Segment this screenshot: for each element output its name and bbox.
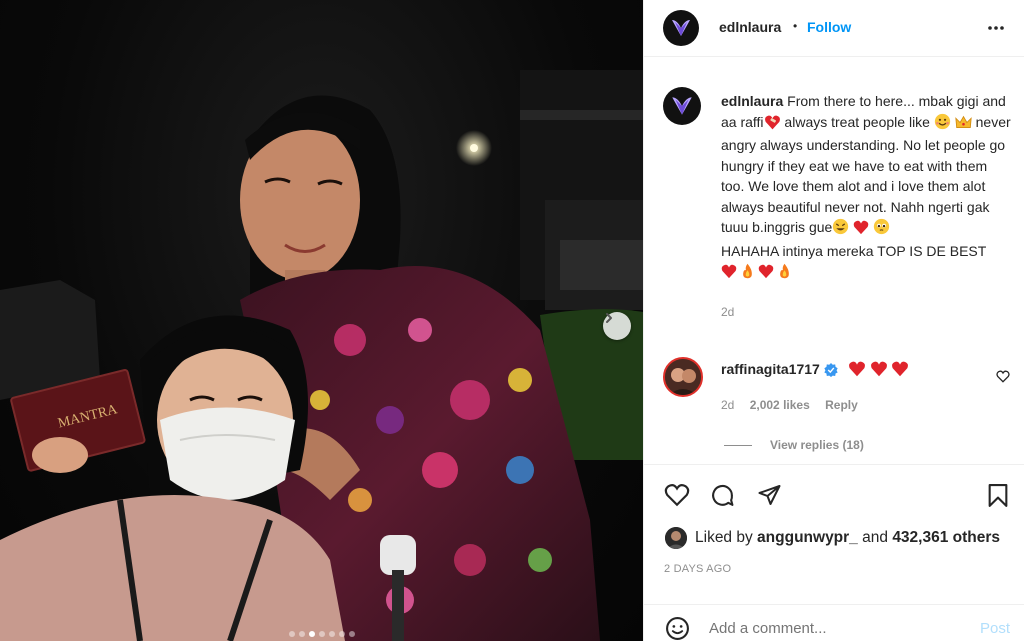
- author-avatar[interactable]: [663, 10, 699, 46]
- view-replies-label: View replies (18): [770, 438, 864, 452]
- post-header: edlnlaura • Follow: [644, 0, 1024, 57]
- reply-button[interactable]: Reply: [825, 398, 858, 412]
- pleading-face-emoji: [873, 218, 890, 241]
- like-heart-icon[interactable]: [664, 483, 690, 507]
- comment-bubble-icon[interactable]: [710, 483, 735, 508]
- share-paper-plane-icon[interactable]: [757, 483, 782, 507]
- red-heart-emoji: [891, 361, 909, 380]
- caption-author-avatar[interactable]: [663, 87, 701, 125]
- carousel-dot: [298, 631, 305, 637]
- photo-illustration: MANTRA: [0, 70, 643, 641]
- header-separator: •: [793, 19, 798, 33]
- post-caption: edlnlaura From there to here... mbak gig…: [721, 91, 1013, 322]
- like-comment-heart-icon[interactable]: [996, 370, 1010, 383]
- post-side-panel: edlnlaura • Follow edlnlaura From there …: [643, 0, 1024, 641]
- liked-by-others[interactable]: 432,361 others: [892, 529, 1000, 546]
- carousel-dot: [318, 631, 325, 637]
- replies-divider: [724, 444, 752, 446]
- post-date[interactable]: 2 DAYS AGO: [664, 563, 731, 575]
- carousel-dot: [288, 631, 295, 637]
- caption-text: HAHAHA intinya mereka TOP IS DE BEST: [721, 242, 987, 259]
- commenter-username[interactable]: raffinagita1717: [721, 361, 820, 377]
- view-replies-button[interactable]: View replies (18): [724, 438, 864, 452]
- red-heart-emoji: [870, 361, 888, 380]
- liked-by-prefix: Liked by: [695, 529, 753, 546]
- carousel-dot: [328, 631, 335, 637]
- chevron-right-icon: [606, 313, 612, 323]
- heart-with-bandage-emoji: [764, 115, 781, 136]
- liked-by-and: and: [862, 529, 888, 546]
- emoji-smiley-icon[interactable]: [665, 616, 690, 641]
- caption-timestamp[interactable]: 2d: [721, 305, 734, 319]
- liked-by-summary: Liked by anggunwypr_ and 432,361 others: [695, 529, 1000, 547]
- comment: raffinagita1717: [721, 361, 909, 380]
- commenter-avatar[interactable]: [663, 357, 703, 397]
- profile-photo-icon: [665, 527, 687, 549]
- red-heart-emoji: [848, 361, 866, 380]
- comment-timestamp[interactable]: 2d: [721, 398, 734, 412]
- profile-photo-icon: [665, 359, 701, 395]
- smiling-face-emoji: [934, 113, 951, 136]
- crown-emoji: [955, 115, 972, 136]
- comment-likes[interactable]: 2,002 likes: [750, 398, 810, 412]
- carousel-next-button[interactable]: [603, 312, 631, 340]
- carousel-dot: [338, 631, 345, 637]
- butterfly-logo-icon: [672, 97, 692, 115]
- post-actions-bar: [644, 464, 1024, 524]
- comment-meta: 2d 2,002 likes Reply: [721, 398, 870, 412]
- carousel-dots: [0, 631, 643, 637]
- red-heart-emoji: [853, 220, 869, 241]
- liked-by-user[interactable]: anggunwypr_: [757, 529, 858, 546]
- butterfly-logo-icon: [672, 20, 690, 36]
- follow-button[interactable]: Follow: [807, 19, 851, 35]
- post-photo[interactable]: MANTRA: [0, 0, 643, 641]
- caption-username[interactable]: edlnlaura: [721, 93, 783, 109]
- rolling-laughing-emoji: [832, 218, 849, 241]
- caption-text: always treat people like: [780, 113, 934, 130]
- fire-emoji: [741, 263, 754, 285]
- verified-badge-icon: [824, 363, 838, 380]
- red-heart-emoji: [758, 264, 774, 285]
- author-username[interactable]: edlnlaura: [719, 19, 781, 35]
- carousel-dot-active: [308, 631, 315, 637]
- add-comment-row: Post: [644, 604, 1024, 641]
- carousel-dot: [348, 631, 355, 637]
- fire-emoji: [778, 263, 791, 285]
- save-bookmark-icon[interactable]: [987, 483, 1009, 508]
- red-heart-emoji: [721, 264, 737, 285]
- post-comment-button[interactable]: Post: [980, 620, 1010, 637]
- add-comment-input[interactable]: [709, 620, 929, 637]
- more-options-icon[interactable]: [987, 22, 1005, 34]
- liker-avatar[interactable]: [665, 527, 687, 549]
